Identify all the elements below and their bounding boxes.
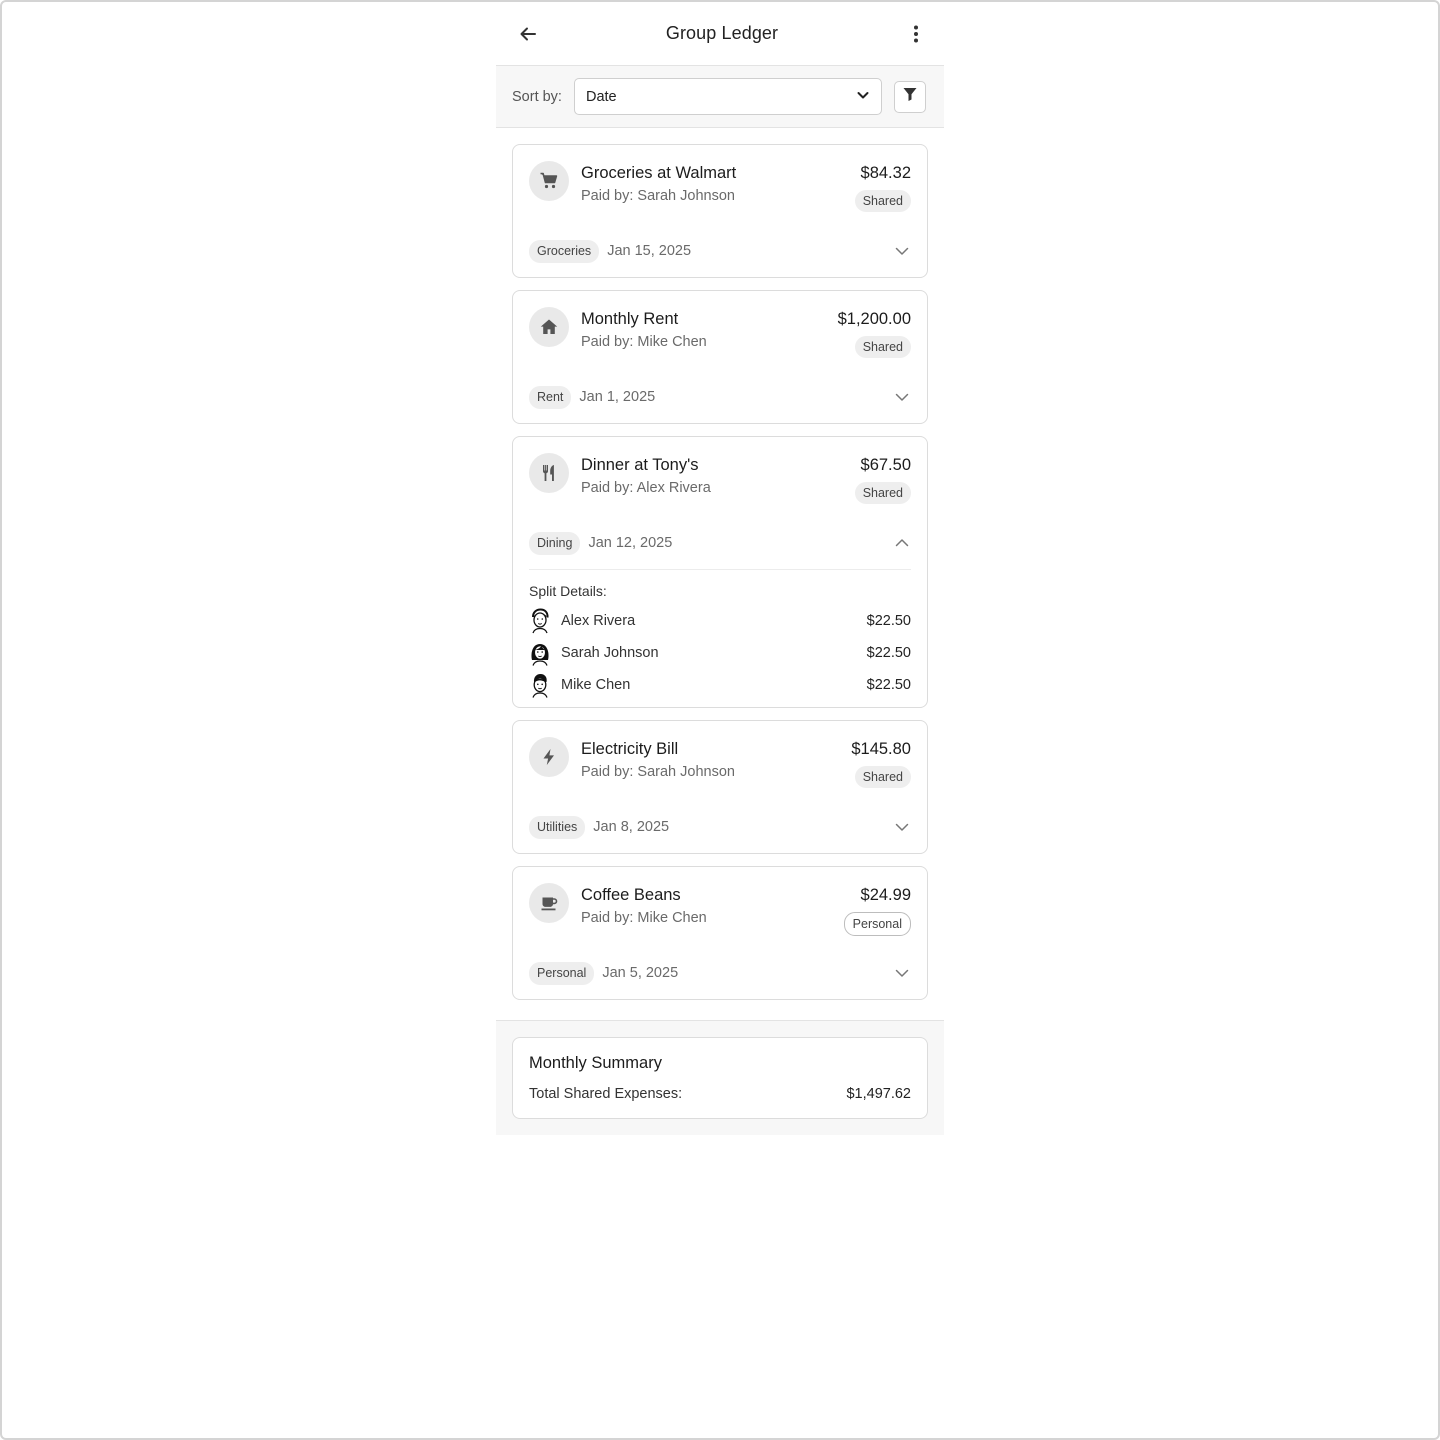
split-details-title: Split Details: bbox=[529, 583, 607, 599]
split-person-name: Alex Rivera bbox=[561, 613, 636, 629]
avatar bbox=[529, 640, 551, 666]
expense-date: Jan 5, 2025 bbox=[602, 965, 679, 981]
avatar bbox=[529, 672, 551, 698]
lightning-icon bbox=[529, 737, 569, 777]
paid-by: Paid by: Mike Chen bbox=[581, 910, 707, 926]
split-details: Split Details: Alex Rivera $22.50 Sarah … bbox=[529, 569, 911, 707]
split-person-name: Mike Chen bbox=[561, 677, 631, 693]
expense-date: Jan 12, 2025 bbox=[588, 535, 673, 551]
expense-name: Dinner at Tony's bbox=[581, 456, 699, 474]
expense-name: Coffee Beans bbox=[581, 886, 681, 904]
page-title: Group Ledger bbox=[665, 23, 779, 43]
expense-card[interactable]: Groceries at Walmart Paid by: Sarah John… bbox=[512, 144, 928, 278]
chevron-down-icon[interactable] bbox=[893, 242, 911, 260]
chevron-down-icon bbox=[856, 88, 870, 106]
expense-amount: $24.99 bbox=[860, 886, 911, 904]
expense-card[interactable]: Monthly Rent Paid by: Mike Chen $1,200.0… bbox=[512, 290, 928, 424]
expense-amount: $67.50 bbox=[860, 456, 911, 474]
chevron-up-icon[interactable] bbox=[893, 534, 911, 552]
expense-amount: $1,200.00 bbox=[837, 310, 911, 328]
filter-icon bbox=[902, 86, 918, 107]
paid-by: Paid by: Alex Rivera bbox=[581, 480, 711, 496]
paid-by: Paid by: Mike Chen bbox=[581, 334, 707, 350]
expense-amount: $145.80 bbox=[851, 740, 911, 758]
chevron-down-icon[interactable] bbox=[893, 388, 911, 406]
expense-card-expanded[interactable]: Dinner at Tony's Paid by: Alex Rivera $6… bbox=[512, 436, 928, 708]
utensils-icon bbox=[529, 453, 569, 493]
summary-row: Total Shared Expenses: $1,497.62 bbox=[529, 1086, 911, 1102]
status-badge: Personal bbox=[843, 912, 911, 936]
sort-selected-value: Date bbox=[585, 88, 617, 105]
category-tag: Personal bbox=[529, 961, 595, 985]
expense-card[interactable]: Coffee Beans Paid by: Mike Chen $24.99 P… bbox=[512, 866, 928, 1000]
expense-list: Groceries at Walmart Paid by: Sarah John… bbox=[496, 128, 944, 1000]
paid-by: Paid by: Sarah Johnson bbox=[581, 188, 735, 204]
status-badge: Shared bbox=[854, 766, 911, 788]
category-tag: Utilities bbox=[529, 815, 586, 839]
filter-button[interactable] bbox=[893, 80, 926, 113]
split-amount: $22.50 bbox=[866, 613, 911, 629]
sort-bar: Sort by: Date bbox=[496, 66, 944, 128]
paid-by: Paid by: Sarah Johnson bbox=[581, 764, 735, 780]
category-tag: Dining bbox=[529, 531, 581, 555]
summary-title: Monthly Summary bbox=[529, 1054, 662, 1072]
avatar bbox=[529, 608, 551, 634]
split-row: Sarah Johnson $22.50 bbox=[529, 637, 911, 669]
expense-name: Groceries at Walmart bbox=[581, 164, 737, 182]
split-row: Alex Rivera $22.50 bbox=[529, 605, 911, 637]
home-icon bbox=[529, 307, 569, 347]
split-person-name: Sarah Johnson bbox=[561, 645, 659, 661]
expense-card[interactable]: Electricity Bill Paid by: Sarah Johnson … bbox=[512, 720, 928, 854]
category-tag: Rent bbox=[529, 385, 572, 409]
chevron-down-icon[interactable] bbox=[893, 818, 911, 836]
split-amount: $22.50 bbox=[866, 677, 911, 693]
expense-amount: $84.32 bbox=[860, 164, 911, 182]
status-badge: Shared bbox=[854, 336, 911, 358]
coffee-cup-icon bbox=[529, 883, 569, 923]
shopping-cart-icon bbox=[529, 161, 569, 201]
ledger-app: Group Ledger Sort by: Date Groceries at … bbox=[496, 2, 944, 1135]
chevron-down-icon[interactable] bbox=[893, 964, 911, 982]
summary-value: $1,497.62 bbox=[846, 1086, 911, 1102]
status-badge: Shared bbox=[854, 482, 911, 504]
sort-label: Sort by: bbox=[512, 88, 562, 105]
summary-section: Monthly Summary Total Shared Expenses: $… bbox=[496, 1020, 944, 1135]
expense-date: Jan 1, 2025 bbox=[579, 389, 656, 405]
arrow-left-icon[interactable] bbox=[514, 20, 542, 48]
monthly-summary-card: Monthly Summary Total Shared Expenses: $… bbox=[512, 1037, 928, 1119]
expense-date: Jan 8, 2025 bbox=[593, 819, 670, 835]
summary-label: Total Shared Expenses: bbox=[529, 1086, 683, 1102]
split-amount: $22.50 bbox=[866, 645, 911, 661]
more-vertical-icon[interactable] bbox=[902, 20, 930, 48]
split-row: Mike Chen $22.50 bbox=[529, 669, 911, 701]
top-app-bar: Group Ledger bbox=[496, 2, 944, 66]
expense-name: Monthly Rent bbox=[581, 310, 679, 328]
expense-name: Electricity Bill bbox=[581, 740, 679, 758]
expense-date: Jan 15, 2025 bbox=[607, 243, 692, 259]
category-tag: Groceries bbox=[529, 239, 600, 263]
status-badge: Shared bbox=[854, 190, 911, 212]
sort-select[interactable]: Date bbox=[573, 78, 882, 115]
